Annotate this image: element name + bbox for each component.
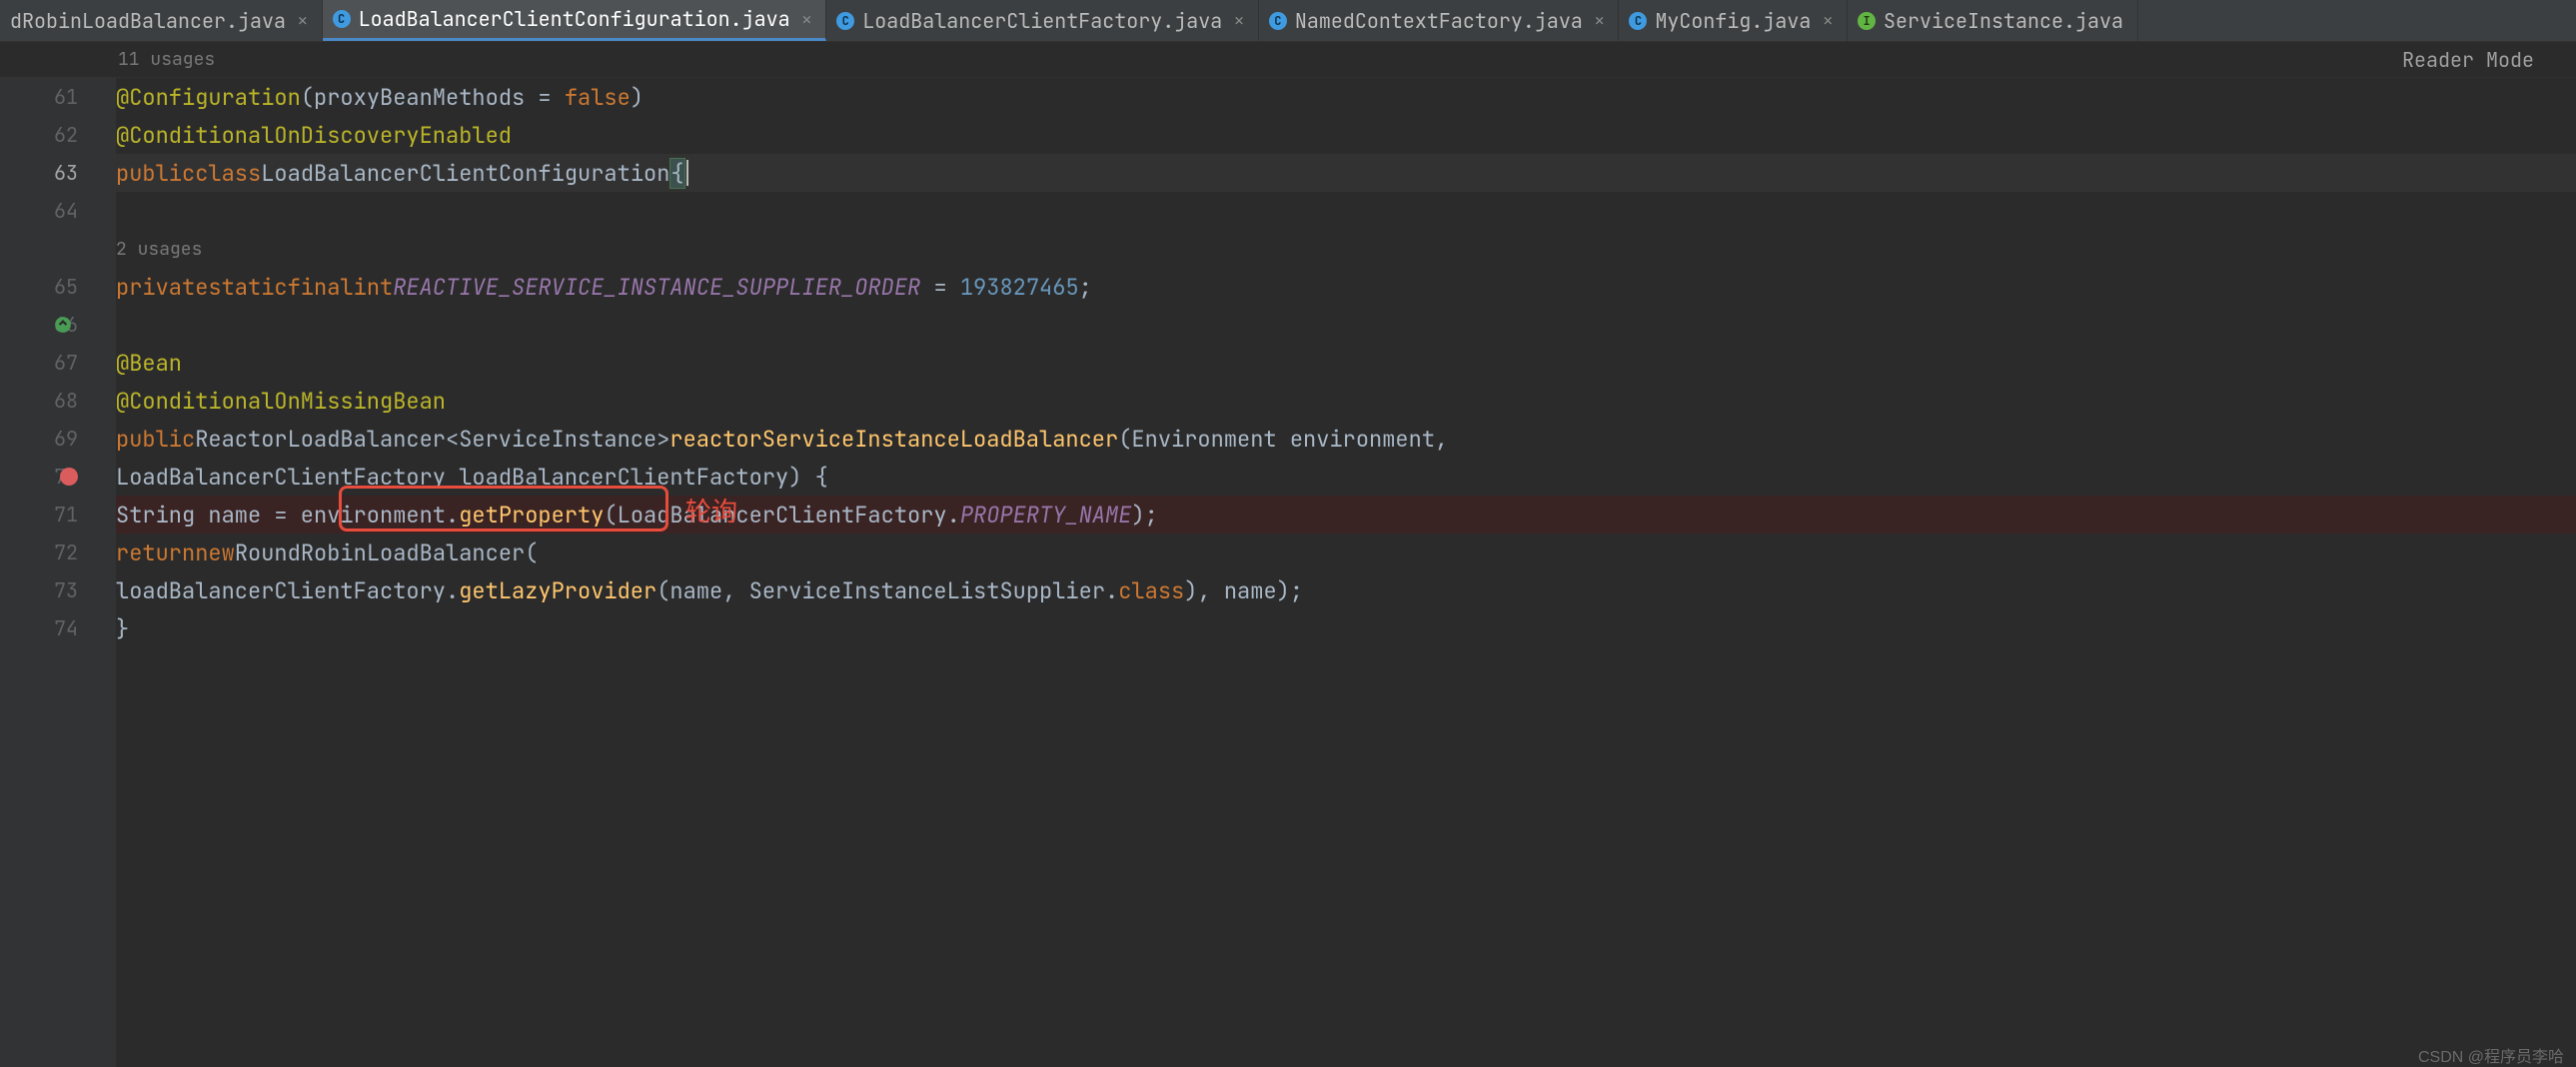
tab-label: LoadBalancerClientFactory.java xyxy=(862,8,1222,34)
code-line-current[interactable]: public class LoadBalancerClientConfigura… xyxy=(116,154,2576,192)
open-brace: { xyxy=(669,158,684,189)
annotation: @ConditionalOnMissingBean xyxy=(116,387,446,416)
code-line[interactable]: } xyxy=(116,609,2576,647)
class-file-icon xyxy=(1629,12,1647,30)
annotation: @ConditionalOnDiscoveryEnabled xyxy=(116,121,512,150)
line-number[interactable]: 65 xyxy=(0,268,78,306)
annotation: @Bean xyxy=(116,349,182,378)
close-icon[interactable]: ✕ xyxy=(802,9,812,30)
code-line[interactable]: LoadBalancerClientFactory loadBalancerCl… xyxy=(116,458,2576,496)
tab-label: LoadBalancerClientConfiguration.java xyxy=(359,6,790,32)
editor-tab[interactable]: ServiceInstance.java xyxy=(1848,0,2138,41)
class-file-icon xyxy=(1269,12,1287,30)
interface-file-icon xyxy=(1858,12,1876,30)
close-icon[interactable]: ✕ xyxy=(1823,10,1833,31)
breakpoint-icon[interactable] xyxy=(60,468,78,486)
code-content[interactable]: @Configuration(proxyBeanMethods = false)… xyxy=(96,78,2576,1067)
tab-label: ServiceInstance.java xyxy=(1884,8,2123,34)
code-line[interactable]: return new RoundRobinLoadBalancer( xyxy=(116,534,2576,571)
class-file-icon xyxy=(333,10,351,28)
inline-usage-hint[interactable]: 2 usages xyxy=(116,230,2576,268)
watermark-text: CSDN @程序员李哈 xyxy=(2418,1043,2564,1067)
reader-mode-toggle[interactable]: Reader Mode xyxy=(2402,47,2558,73)
line-number[interactable]: 67 xyxy=(0,344,78,382)
line-number[interactable]: 63 xyxy=(0,154,78,192)
usages-hint[interactable]: 11 usages xyxy=(118,48,215,71)
line-number[interactable]: 71 xyxy=(0,496,78,534)
code-line[interactable] xyxy=(116,192,2576,230)
line-number[interactable]: 64 xyxy=(0,192,78,230)
tab-label: MyConfig.java xyxy=(1655,8,1811,34)
code-line[interactable]: loadBalancerClientFactory.getLazyProvide… xyxy=(116,571,2576,609)
line-number[interactable]: 74 xyxy=(0,609,78,647)
line-gutter[interactable]: 61 62 63 64 65 66 67 68 69 70 71 72 73 7… xyxy=(0,78,96,1067)
code-line[interactable]: @ConditionalOnMissingBean xyxy=(116,382,2576,420)
editor-tab[interactable]: LoadBalancerClientConfiguration.java ✕ xyxy=(323,0,827,41)
close-icon[interactable]: ✕ xyxy=(1595,10,1605,31)
text-caret xyxy=(686,160,688,186)
line-number[interactable]: 73 xyxy=(0,571,78,609)
code-line[interactable] xyxy=(116,306,2576,344)
usage-hint-gap xyxy=(0,230,78,268)
line-number[interactable]: 62 xyxy=(0,116,78,154)
line-number[interactable]: 68 xyxy=(0,382,78,420)
code-line[interactable]: private static final int REACTIVE_SERVIC… xyxy=(116,268,2576,306)
close-icon[interactable]: ✕ xyxy=(1234,10,1244,31)
annotation: @Configuration xyxy=(116,83,301,112)
line-number[interactable]: 61 xyxy=(0,78,78,116)
line-number[interactable]: 72 xyxy=(0,534,78,571)
user-annotation-text: 轮询 xyxy=(685,492,737,529)
tab-label: NamedContextFactory.java xyxy=(1295,8,1583,34)
line-number[interactable]: 69 xyxy=(0,420,78,458)
editor-tab[interactable]: NamedContextFactory.java ✕ xyxy=(1259,0,1620,41)
editor-tab[interactable]: MyConfig.java ✕ xyxy=(1619,0,1848,41)
code-line[interactable]: public ReactorLoadBalancer<ServiceInstan… xyxy=(116,420,2576,458)
code-editor[interactable]: 61 62 63 64 65 66 67 68 69 70 71 72 73 7… xyxy=(0,78,2576,1067)
code-line-breakpoint[interactable]: String name = environment.getProperty(Lo… xyxy=(116,496,2576,534)
code-line[interactable]: @Bean xyxy=(116,344,2576,382)
code-line[interactable]: @Configuration(proxyBeanMethods = false) xyxy=(116,78,2576,116)
code-line[interactable]: @ConditionalOnDiscoveryEnabled xyxy=(116,116,2576,154)
editor-info-bar: 11 usages Reader Mode xyxy=(0,42,2576,78)
close-icon[interactable]: ✕ xyxy=(298,10,308,31)
tab-label: dRobinLoadBalancer.java xyxy=(10,8,286,34)
override-gutter-icon[interactable] xyxy=(54,316,72,334)
editor-tab[interactable]: dRobinLoadBalancer.java ✕ xyxy=(0,0,323,41)
class-file-icon xyxy=(836,12,854,30)
editor-tab[interactable]: LoadBalancerClientFactory.java ✕ xyxy=(826,0,1259,41)
editor-tab-bar: dRobinLoadBalancer.java ✕ LoadBalancerCl… xyxy=(0,0,2576,42)
